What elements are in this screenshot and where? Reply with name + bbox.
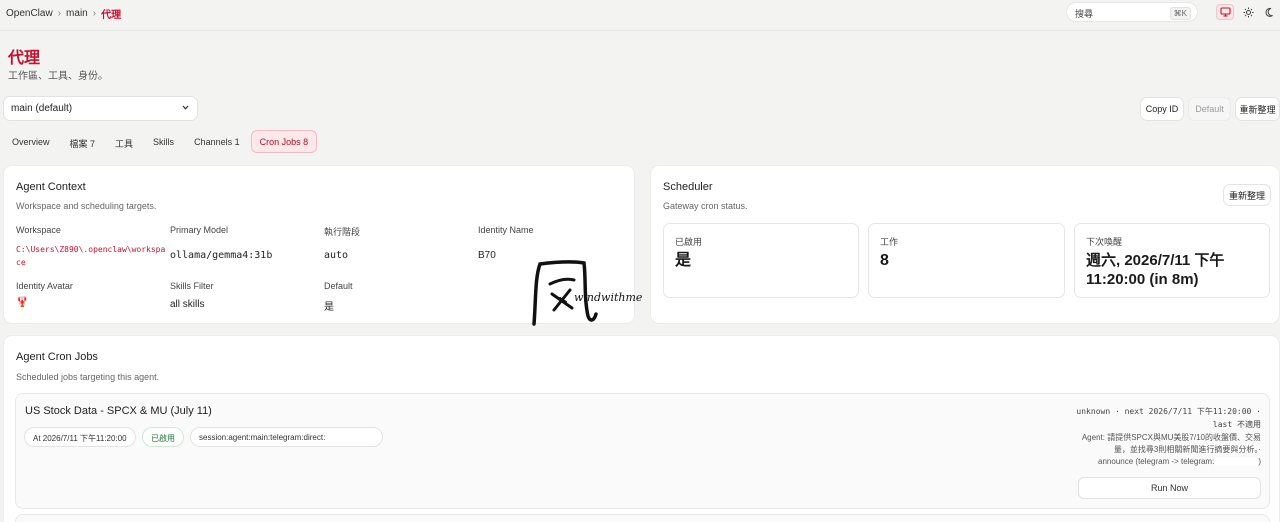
- search-shortcut: ⌘K: [1169, 7, 1191, 20]
- agent-context-subtitle: Workspace and scheduling targets.: [16, 201, 157, 211]
- agent-select-value: main (default): [11, 103, 73, 114]
- stat-enabled-label: 已啟用: [675, 237, 703, 247]
- cron-job-desc-line3-text: announce (telegram -> telegram:: [1098, 457, 1215, 466]
- primary-model-label: Primary Model: [170, 225, 229, 235]
- watermark-text: windwithme: [574, 291, 643, 304]
- tab-channels[interactable]: Channels 1: [185, 130, 249, 153]
- scheduler-refresh-button[interactable]: 重新整理: [1223, 184, 1271, 206]
- agent-tabs: Overview 檔案 7 工具 Skills Channels 1 Cron …: [3, 130, 319, 154]
- lobster-avatar-icon: 🦞: [16, 297, 29, 308]
- identity-name-label: Identity Name: [478, 225, 534, 235]
- breadcrumb-item-openclaw[interactable]: OpenClaw: [6, 8, 53, 19]
- cron-jobs-subtitle: Scheduled jobs targeting this agent.: [16, 372, 160, 382]
- stat-jobs: 工作 8: [868, 223, 1065, 298]
- scheduler-title: Scheduler: [663, 181, 713, 193]
- stat-jobs-value: 8: [880, 252, 889, 269]
- stat-jobs-label: 工作: [880, 237, 899, 247]
- sun-icon[interactable]: [1239, 4, 1257, 20]
- tab-overview[interactable]: Overview: [3, 130, 59, 153]
- moon-icon[interactable]: [1261, 4, 1279, 20]
- cron-job-item: US Stock Data - SPCX & MU (July 11) At 2…: [15, 393, 1270, 509]
- cron-job-meta-line2: last 不適用: [1212, 420, 1261, 429]
- stat-enabled: 已啟用 是: [663, 223, 859, 298]
- page-title: 代理: [8, 50, 41, 67]
- breadcrumb-separator: ›: [92, 8, 97, 19]
- workspace-value: C:\Users\Z890\.openclaw\workspace: [16, 245, 166, 267]
- stat-next-wake-label: 下次喚醒: [1086, 237, 1123, 247]
- header-divider: [0, 30, 1280, 31]
- cron-job-meta-line1: unknown · next 2026/7/11 下午11:20:00 ·: [1076, 407, 1261, 416]
- tab-skills[interactable]: Skills: [144, 130, 183, 153]
- tab-cron-jobs[interactable]: Cron Jobs 8: [250, 130, 318, 153]
- workspace-label: Workspace: [16, 225, 61, 235]
- scheduler-subtitle: Gateway cron status.: [663, 201, 748, 211]
- cron-job-description: Agent: 請提供SPCX與MU美股7/10的收盤價、交易 量，並找尋3則相關…: [1071, 432, 1261, 468]
- copy-id-button[interactable]: Copy ID: [1140, 97, 1184, 121]
- watermark-logo: windwithme: [526, 258, 642, 328]
- cron-jobs-title: Agent Cron Jobs: [16, 351, 98, 363]
- default-button[interactable]: Default: [1188, 97, 1231, 121]
- identity-name-value: B70: [478, 250, 496, 261]
- breadcrumb-item-main[interactable]: main: [66, 8, 88, 19]
- breadcrumb-separator: ›: [57, 8, 62, 19]
- refresh-button[interactable]: 重新整理: [1235, 97, 1280, 121]
- stat-next-wake-value: 週六, 2026/7/11 下午 11:20:00 (in 8m): [1086, 252, 1225, 288]
- run-stage-value: auto: [324, 250, 349, 261]
- cron-job-item-partial: [15, 514, 1270, 522]
- tab-files[interactable]: 檔案 7: [61, 130, 105, 153]
- breadcrumb: OpenClaw › main › 代理: [6, 6, 121, 21]
- tab-tools[interactable]: 工具: [106, 130, 142, 153]
- skills-filter-label: Skills Filter: [170, 281, 214, 291]
- cron-job-schedule: At 2026/7/11 下午11:20:00: [24, 427, 136, 447]
- breadcrumb-current: 代理: [101, 10, 122, 21]
- top-bar: OpenClaw › main › 代理 搜尋 ⌘K: [0, 0, 1280, 26]
- cron-job-session: session:agent:main:telegram:direct:: [190, 427, 383, 447]
- redacted-block: [1214, 457, 1259, 467]
- status-badge: 已啟用: [142, 427, 184, 447]
- cron-job-meta: unknown · next 2026/7/11 下午11:20:00 · la…: [1071, 405, 1261, 431]
- monitor-icon[interactable]: [1216, 4, 1234, 20]
- cron-job-desc-line2: 量，並找尋3則相關新聞進行摘要與分析。·: [1113, 445, 1261, 454]
- search-placeholder: 搜尋: [1075, 9, 1094, 19]
- agent-select[interactable]: main (default): [3, 96, 198, 121]
- cron-job-desc-line1: Agent: 請提供SPCX與MU美股7/10的收盤價、交易: [1081, 433, 1261, 442]
- search-input[interactable]: 搜尋 ⌘K: [1066, 2, 1198, 22]
- run-now-button[interactable]: Run Now: [1078, 477, 1261, 499]
- stat-enabled-value: 是: [675, 252, 692, 269]
- skills-filter-value: all skills: [170, 299, 205, 310]
- identity-avatar-label: Identity Avatar: [16, 281, 73, 291]
- cron-job-session-text: session:agent:main:telegram:direct:: [199, 433, 326, 442]
- primary-model-value: ollama/gemma4:31b: [170, 250, 273, 261]
- cron-job-desc-line3: announce (telegram -> telegram:): [1098, 457, 1261, 467]
- default-value: 是: [324, 302, 334, 313]
- cron-job-title: US Stock Data - SPCX & MU (July 11): [25, 405, 212, 417]
- run-stage-label: 執行階段: [324, 227, 361, 237]
- chevron-down-icon: [181, 103, 190, 115]
- stat-next-wake: 下次喚醒 週六, 2026/7/11 下午 11:20:00 (in 8m): [1074, 223, 1270, 298]
- default-label: Default: [324, 281, 353, 291]
- agent-context-title: Agent Context: [16, 181, 86, 193]
- page-subtitle: 工作區、工具、身份。: [8, 71, 108, 82]
- scheduler-card: Scheduler Gateway cron status. 重新整理 已啟用 …: [650, 165, 1280, 324]
